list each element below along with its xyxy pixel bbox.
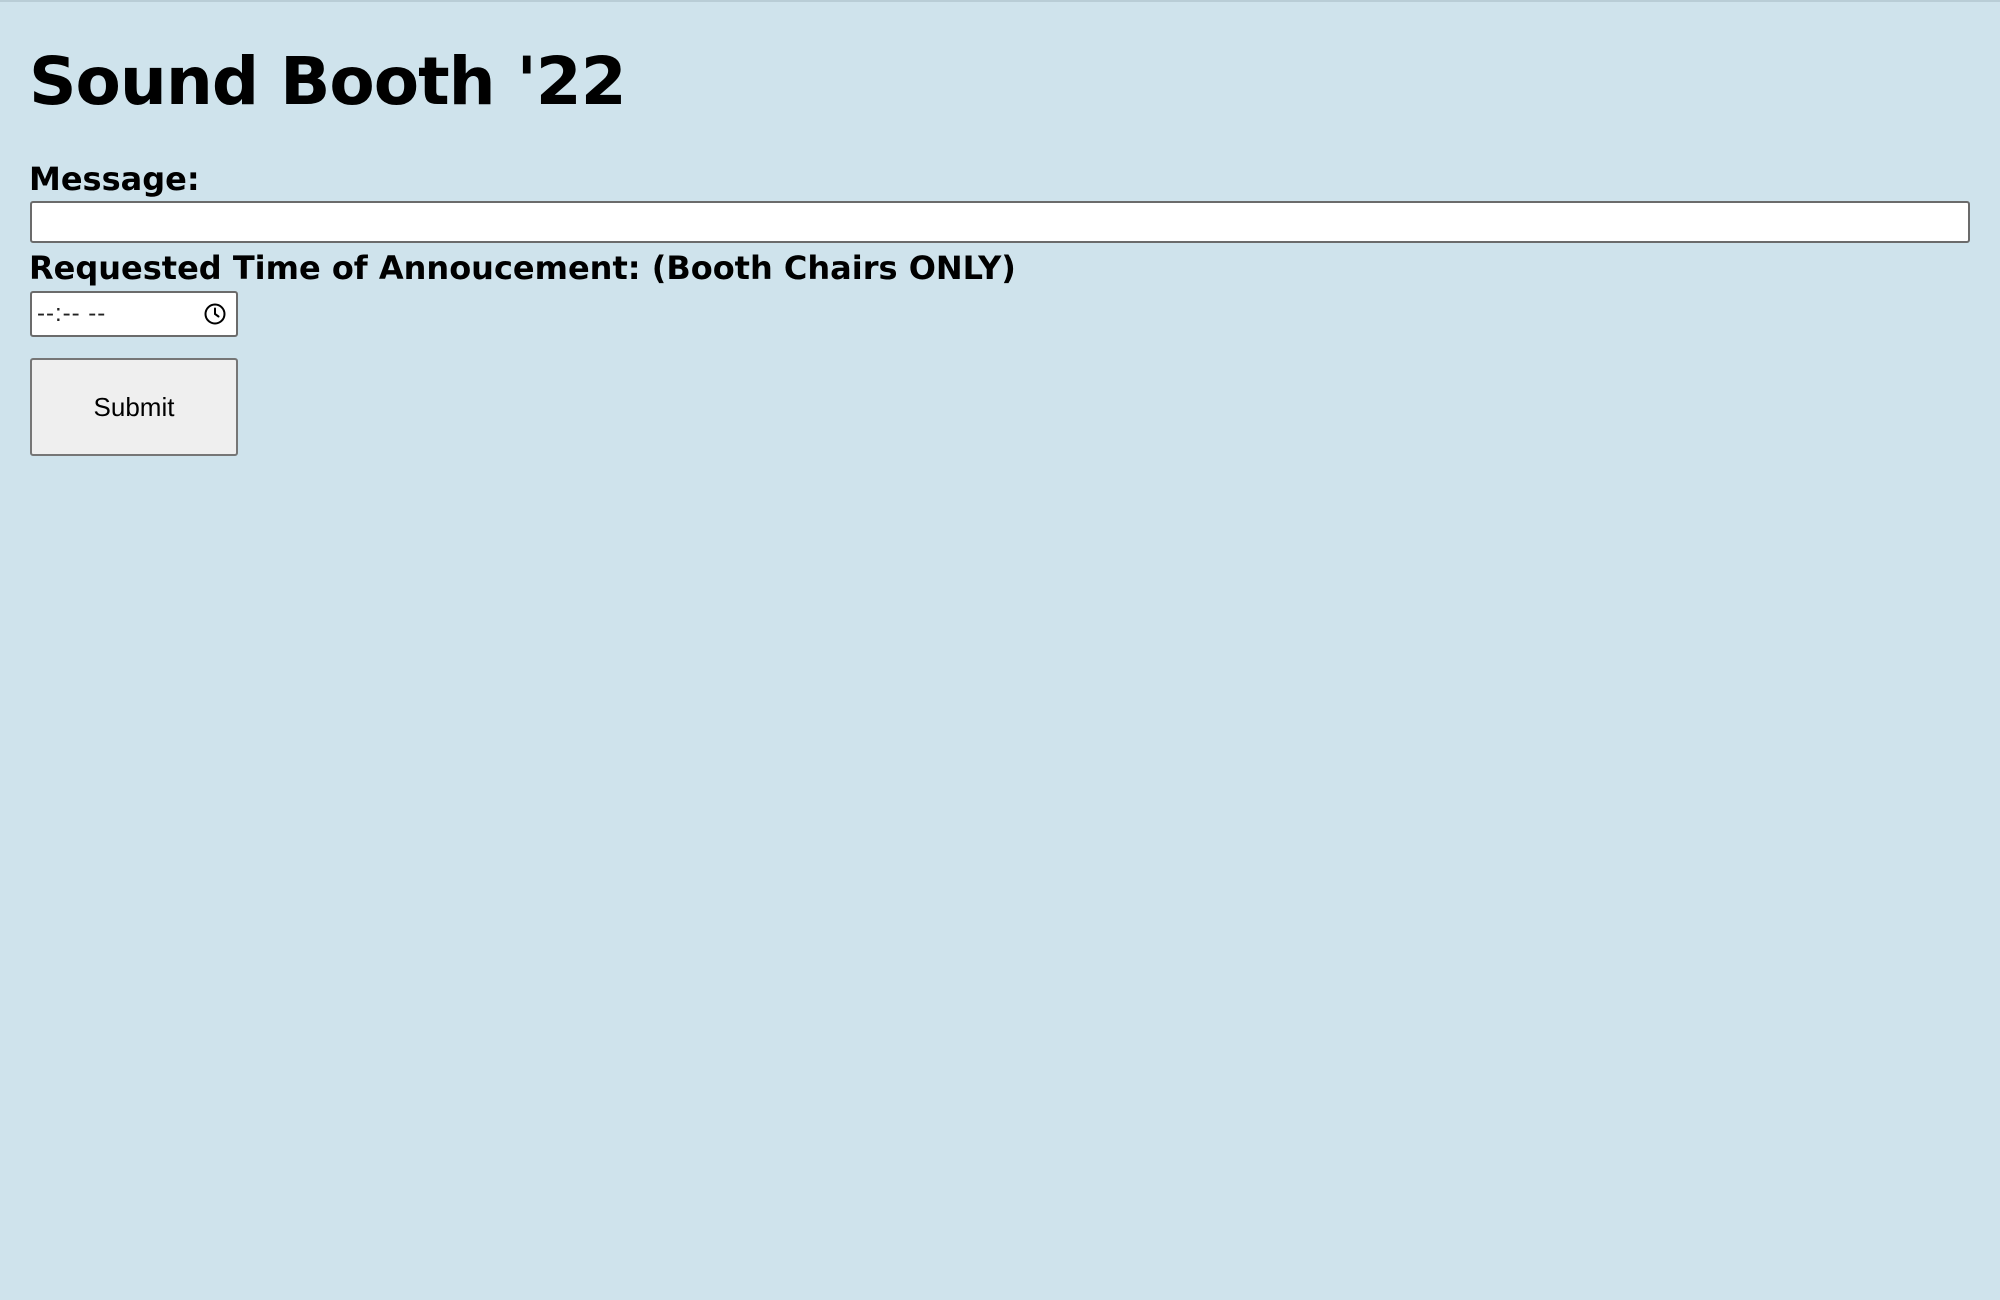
time-input[interactable]: --:-- -- xyxy=(30,291,238,337)
message-label: Message: xyxy=(29,160,200,198)
message-input[interactable] xyxy=(30,201,1970,243)
page-title: Sound Booth '22 xyxy=(29,43,627,120)
time-label: Requested Time of Annoucement: (Booth Ch… xyxy=(29,249,1016,287)
clock-icon[interactable] xyxy=(202,301,228,327)
submit-button[interactable]: Submit xyxy=(30,358,238,456)
time-input-value: --:-- -- xyxy=(37,300,107,327)
